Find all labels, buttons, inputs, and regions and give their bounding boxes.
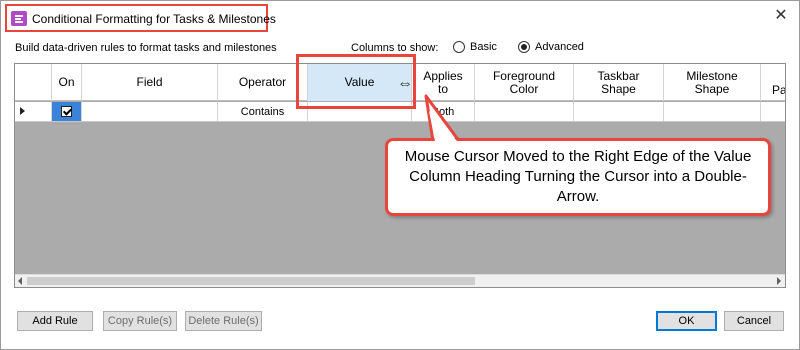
radio-advanced-indicator[interactable] bbox=[518, 41, 530, 53]
cell-operator[interactable]: Contains bbox=[218, 102, 308, 121]
cell-foreground-color[interactable] bbox=[475, 102, 574, 121]
row-pointer-icon bbox=[20, 107, 25, 115]
cell-milestone-shape[interactable] bbox=[664, 102, 761, 121]
annotation-callout: Mouse Cursor Moved to the Right Edge of … bbox=[385, 138, 771, 216]
foreground-color-line-1: Foreground bbox=[492, 68, 556, 83]
cancel-button[interactable]: Cancel bbox=[724, 311, 784, 331]
close-icon[interactable]: ✕ bbox=[767, 3, 795, 29]
instructions-text: Build data-driven rules to format tasks … bbox=[15, 42, 277, 54]
column-header-milestone-shape[interactable]: Milestone Shape bbox=[664, 64, 761, 101]
column-header-taskbar-shape[interactable]: Taskbar Shape bbox=[574, 64, 664, 101]
radio-basic-label: Basic bbox=[470, 41, 497, 53]
cell-field[interactable] bbox=[82, 102, 218, 121]
radio-advanced-label: Advanced bbox=[535, 41, 584, 53]
applies-to-line-1: Applies bbox=[423, 68, 463, 83]
column-header-on[interactable]: On bbox=[52, 64, 82, 101]
applies-to-line-2: to bbox=[437, 81, 448, 96]
milestone-shape-line-1: Milestone bbox=[686, 68, 738, 83]
radio-basic[interactable]: Basic bbox=[453, 40, 497, 54]
scroll-left-icon[interactable] bbox=[18, 277, 22, 285]
column-header-partial[interactable]: Pa bbox=[761, 64, 785, 101]
cell-partial[interactable] bbox=[761, 102, 785, 121]
copy-rules-button[interactable]: Copy Rule(s) bbox=[103, 311, 177, 331]
row-header-corner bbox=[15, 64, 52, 101]
ok-button[interactable]: OK bbox=[656, 311, 717, 331]
columns-to-show-label: Columns to show: bbox=[351, 42, 439, 54]
milestone-shape-line-2: Shape bbox=[694, 81, 730, 96]
cell-taskbar-shape[interactable] bbox=[574, 102, 664, 121]
column-header-operator[interactable]: Operator bbox=[218, 64, 308, 101]
column-header-field[interactable]: Field bbox=[82, 64, 218, 101]
window-title: Conditional Formatting for Tasks & Miles… bbox=[32, 12, 276, 26]
scrollbar-thumb[interactable] bbox=[27, 277, 475, 285]
title-bar: Conditional Formatting for Tasks & Miles… bbox=[1, 1, 799, 33]
conditional-formatting-icon bbox=[11, 11, 27, 26]
add-rule-button[interactable]: Add Rule bbox=[17, 311, 93, 331]
horizontal-scrollbar[interactable] bbox=[15, 274, 785, 287]
cell-on[interactable] bbox=[52, 102, 82, 121]
scroll-right-icon[interactable] bbox=[777, 277, 781, 285]
radio-advanced[interactable]: Advanced bbox=[518, 40, 584, 54]
delete-rules-button[interactable]: Delete Rule(s) bbox=[185, 311, 262, 331]
radio-basic-indicator[interactable] bbox=[453, 41, 465, 53]
foreground-color-line-2: Color bbox=[509, 81, 539, 96]
column-header-foreground-color[interactable]: Foreground Color bbox=[475, 64, 574, 101]
title-highlight-box: Conditional Formatting for Tasks & Miles… bbox=[5, 4, 276, 32]
on-checkbox[interactable] bbox=[61, 106, 72, 117]
taskbar-shape-line-2: Shape bbox=[601, 81, 636, 96]
cell-applies-to[interactable]: Both bbox=[412, 102, 475, 121]
row-selector[interactable] bbox=[15, 102, 52, 121]
taskbar-shape-line-1: Taskbar bbox=[597, 68, 640, 83]
conditional-formatting-dialog: Conditional Formatting for Tasks & Miles… bbox=[0, 0, 800, 350]
resize-cursor-icon: ⇔ bbox=[397, 75, 413, 92]
